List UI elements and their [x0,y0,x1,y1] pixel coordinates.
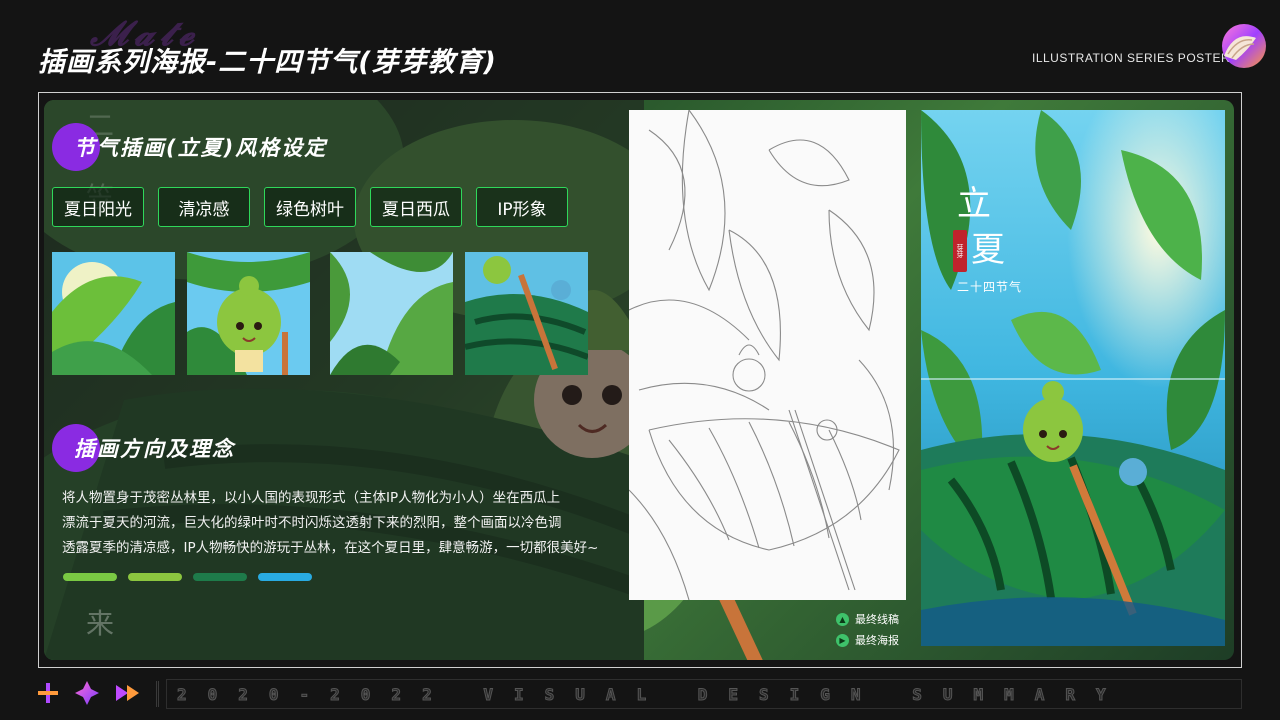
plus-icon [38,683,58,703]
tag-summer-watermelon: 夏日西瓜 [370,187,462,227]
final-sketch-image[interactable] [629,110,906,600]
poster-title-char: 立 [957,184,991,224]
tag-ip-character: IP形象 [476,187,568,227]
tag-cool-feel: 清凉感 [158,187,250,227]
thumbnail-row [52,252,588,375]
legend-sketch-label: 最终线稿 [855,613,899,626]
footer-text: 2020-2022 VISUAL DESIGN SUMMARY [177,684,1127,704]
thumbnail-leaves-sky[interactable] [330,252,453,375]
legend-poster-label: 最终海报 [855,634,899,647]
footer-divider [156,681,159,707]
final-poster-image[interactable]: 立 芽芽 夏 二十四节气 [921,110,1225,646]
footer-banner: 2020-2022 VISUAL DESIGN SUMMARY [166,679,1242,709]
description-line: 漂流于夏天的河流，巨大化的绿叶时不时闪烁这透射下来的烈阳，整个画面以冷色调 [62,515,562,531]
description-line: 将人物置身于茂密丛林里，以小人国的表现形式（主体IP人物化为小人）坐在西瓜上 [62,490,561,506]
diamond-star-icon [75,681,99,705]
poster-series-label: 二十四节气 [957,280,1023,294]
thumbnail-watermelon-boat[interactable] [465,252,588,375]
poster-title-char: 夏 [971,230,1005,270]
page: 𝓜𝓪𝓽𝓮 插画系列海报-二十四节气(芽芽教育) ILLUSTRATION SER… [0,0,1280,720]
tag-summer-sun: 夏日阳光 [52,187,144,227]
concept-heading-text: 插画方向及理念 [74,437,235,461]
color-swatch-dark-green [193,573,247,581]
page-subtitle: ILLUSTRATION SERIES POSTER [1032,51,1231,65]
style-tags: 夏日阳光 清凉感 绿色树叶 夏日西瓜 IP形象 [52,187,568,227]
color-swatch-light-green [63,573,117,581]
poster-seal: 芽芽 [953,230,967,272]
color-palette [63,573,312,581]
concept-section-heading: 插画方向及理念 [52,424,233,472]
fast-forward-icon [116,685,139,701]
style-section-heading: 节气插画(立夏)风格设定 [52,123,325,171]
concept-description: 将人物置身于茂密丛林里，以小人国的表现形式（主体IP人物化为小人）坐在西瓜上 漂… [62,486,602,561]
style-heading-text: 节气插画(立夏)风格设定 [74,136,328,160]
legend-poster: ▶ 最终海报 [836,632,899,648]
tag-green-leaves: 绿色树叶 [264,187,356,227]
footer-icons [36,680,142,706]
legend-sketch: ▲ 最终线稿 [836,611,899,627]
right-arrow-icon: ▶ [836,633,849,647]
shell-logo-icon [1222,24,1266,68]
vertical-decor-char: 来 [86,607,115,640]
up-arrow-icon: ▲ [836,612,849,626]
page-title: 插画系列海报-二十四节气(芽芽教育) [38,47,497,78]
thumbnail-sun-leaves[interactable] [52,252,175,375]
description-line: 透露夏季的清凉感，IP人物畅快的游玩于丛林，在这个夏日里，肆意畅游，一切都很美好… [62,540,599,556]
thumbnail-ip-character[interactable] [187,252,310,375]
color-swatch-sky-blue [258,573,312,581]
color-swatch-lime [128,573,182,581]
